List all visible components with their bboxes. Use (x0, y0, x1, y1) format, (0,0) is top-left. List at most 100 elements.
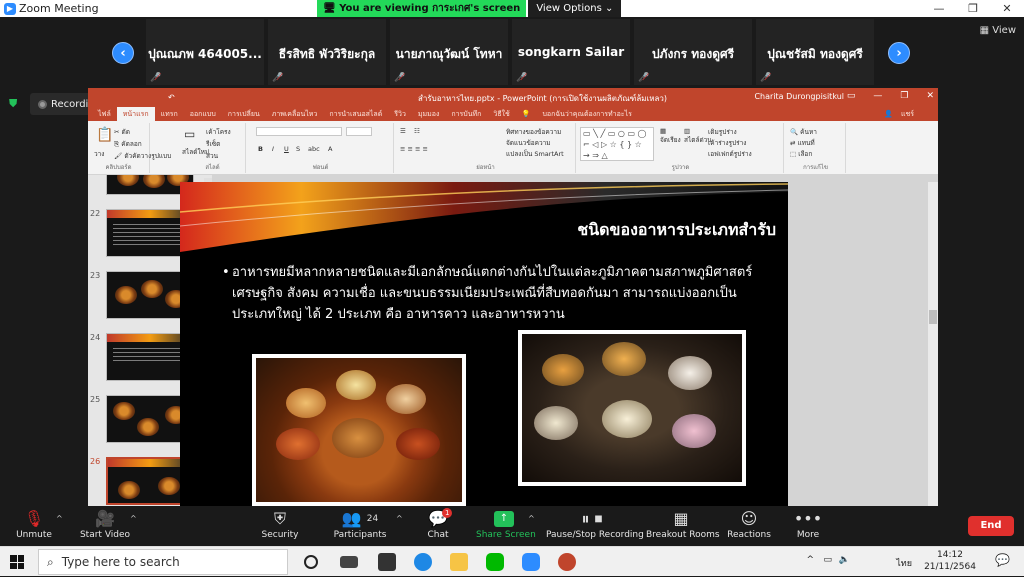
gallery-prev-button[interactable]: ‹ (112, 42, 134, 64)
share-button[interactable]: 👤 แชร์ (878, 107, 926, 121)
more-icon: ••• (793, 509, 823, 528)
audio-options-caret[interactable]: ^ (56, 514, 63, 523)
shape-outline-button[interactable]: เค้าร่างรูปร่าง (708, 138, 746, 148)
notifications-icon[interactable]: 💬 (995, 553, 1010, 567)
font-name-field[interactable] (256, 127, 342, 136)
cut-button[interactable]: ✂ ตัด (114, 127, 130, 137)
network-icon[interactable]: ▭ (823, 555, 832, 565)
file-explorer-icon[interactable] (450, 553, 468, 571)
select-button[interactable]: ⬚ เลือก (790, 149, 812, 159)
reset-button[interactable]: รีเซ็ต (206, 139, 220, 149)
layout-button[interactable]: เค้าโครง (206, 127, 231, 137)
ppt-minimize-icon[interactable]: — (873, 91, 882, 101)
font-size-field[interactable] (346, 127, 372, 136)
tab-animations[interactable]: ภาพเคลื่อนไหว (266, 107, 324, 121)
more-button[interactable]: ••• More (790, 508, 826, 540)
replace-button[interactable]: ⇄ แทนที่ (790, 138, 815, 148)
edge-icon[interactable] (414, 553, 432, 571)
tell-me-search[interactable]: บอกฉันว่าคุณต้องการทำอะไร (536, 107, 637, 121)
pause-stop-recording-button[interactable]: ⏸ ⏹ Pause/Stop Recording (546, 508, 644, 540)
view-options-button[interactable]: View Options ⌄ (528, 0, 622, 17)
tab-file[interactable]: ไฟล์ (92, 107, 117, 121)
participant-tile[interactable]: ธีรสิทธิ พัววิริยะกุล 🎤̸ (268, 19, 386, 85)
participant-tile[interactable]: นายภาณุวัฒน์ โทหา 🎤̸ (390, 19, 508, 85)
task-view-icon[interactable] (340, 556, 358, 568)
participants-caret[interactable]: ^ (396, 514, 403, 523)
ppt-close-icon[interactable]: ✕ (926, 91, 934, 101)
ppt-file-title: สำรับอาหารไทย.pptx - PowerPoint (การเปิด… (418, 94, 668, 103)
speaker-icon[interactable]: 🔈 (839, 555, 850, 565)
savory-food-photo (252, 354, 466, 506)
tab-insert[interactable]: แทรก (155, 107, 184, 121)
windows-start-icon[interactable] (10, 555, 24, 569)
line-icon[interactable] (486, 553, 504, 571)
new-slide-icon[interactable]: ▭ (184, 127, 195, 141)
breakout-rooms-button[interactable]: ▦ Breakout Rooms (646, 508, 720, 540)
ppt-restore-icon[interactable]: ❐ (900, 91, 908, 101)
tray-chevron-icon[interactable]: ^ (806, 555, 814, 565)
underline-icon[interactable]: U (284, 145, 289, 153)
clock[interactable]: 14:12 21/11/2564 (920, 549, 980, 573)
section-button[interactable]: ส่วน (206, 151, 218, 161)
bullets-icon[interactable]: ☰ (400, 127, 406, 135)
start-video-button[interactable]: 🎥 Start Video (78, 508, 132, 540)
tab-recording[interactable]: การบันทึก (445, 107, 487, 121)
shadow-icon[interactable]: S (296, 145, 300, 153)
language-indicator[interactable]: ไทย (896, 556, 912, 570)
arrange-button[interactable]: ▦ จัดเรียง (660, 127, 681, 145)
participant-tile[interactable]: ปุณณภพ 464005... 🎤̸ (146, 19, 264, 85)
align-text-button[interactable]: จัดแนวข้อความ (506, 138, 551, 148)
reactions-icon: ☺ (740, 509, 758, 528)
view-button[interactable]: ▦ View (980, 25, 1016, 36)
participant-tile[interactable]: ปภังกร ทองดูศรี 🎤̸ (634, 19, 752, 85)
participants-button[interactable]: 👥 24 Participants (332, 508, 388, 540)
close-icon[interactable]: ✕ (990, 0, 1024, 17)
tab-slideshow[interactable]: การนำเสนอสไลด์ (323, 107, 388, 121)
shape-fill-button[interactable]: เติมรูปร่าง (708, 127, 737, 137)
find-button[interactable]: 🔍 ค้นหา (790, 127, 817, 137)
tab-view[interactable]: มุมมอง (412, 107, 445, 121)
font-color-icon[interactable]: A (328, 145, 332, 153)
replace-label: แทนที่ (797, 139, 815, 147)
security-button[interactable]: ⛨ Security (260, 508, 300, 540)
tab-home[interactable]: หน้าแรก (116, 107, 155, 121)
ribbon-display-icon[interactable]: ▭ (847, 91, 856, 101)
participant-tile[interactable]: songkarn Sailar 🎤̸ (512, 19, 630, 85)
undo-icon[interactable]: ↶ (168, 93, 175, 102)
paste-icon[interactable]: 📋 (96, 127, 113, 143)
mail-icon[interactable] (378, 553, 396, 571)
chat-button[interactable]: 💬 Chat 1 (422, 508, 454, 540)
zoom-taskbar-icon[interactable] (522, 553, 540, 571)
format-painter-button[interactable]: 🖌 ตัวคัดวางรูปแบบ (114, 151, 171, 161)
powerpoint-taskbar-icon[interactable] (558, 553, 576, 571)
tab-design[interactable]: ออกแบบ (184, 107, 222, 121)
text-direction-button[interactable]: ทิศทางของข้อความ (506, 127, 561, 137)
strikethrough-icon[interactable]: abc (308, 145, 320, 153)
participant-tile[interactable]: ปุณชรัสมิ ทองดูศรี 🎤̸ (756, 19, 874, 85)
copy-button[interactable]: ⎘ คัดลอก (114, 139, 142, 149)
share-screen-button[interactable]: ↑ Share Screen (476, 508, 536, 540)
numbering-icon[interactable]: ☷ (414, 127, 420, 135)
minimize-icon[interactable]: — (922, 0, 956, 17)
unmute-button[interactable]: 🎙 Unmute (14, 508, 54, 540)
reactions-button[interactable]: ☺ Reactions (726, 508, 772, 540)
bold-icon[interactable]: B (258, 145, 263, 153)
video-options-caret[interactable]: ^ (130, 514, 137, 523)
restore-icon[interactable]: ❐ (956, 0, 990, 17)
share-caret[interactable]: ^ (528, 514, 535, 523)
taskbar-search-box[interactable]: ⌕ Type here to search (38, 549, 288, 575)
shape-effects-button[interactable]: เอฟเฟกต์รูปร่าง (708, 149, 752, 159)
tab-transitions[interactable]: การเปลี่ยน (222, 107, 266, 121)
tab-review[interactable]: รีวิว (388, 107, 412, 121)
cortana-icon[interactable] (304, 555, 318, 569)
smartart-button[interactable]: แปลงเป็น SmartArt (506, 149, 564, 159)
slide-scrollbar[interactable] (928, 182, 938, 506)
align-left-icon[interactable]: ≡ ≡ ≡ ≡ (400, 145, 428, 153)
font-group-label: ฟอนต์ (312, 164, 329, 171)
paste-button[interactable]: วาง (94, 149, 104, 159)
italic-icon[interactable]: I (272, 145, 274, 153)
gallery-next-button[interactable]: › (888, 42, 910, 64)
end-meeting-button[interactable]: End (968, 516, 1014, 536)
current-slide[interactable]: ชนิดของอาหารประเภทสำรับ • อาหารทยมีหลากห… (180, 182, 788, 506)
tab-help[interactable]: วิธีใช้ (487, 107, 515, 121)
